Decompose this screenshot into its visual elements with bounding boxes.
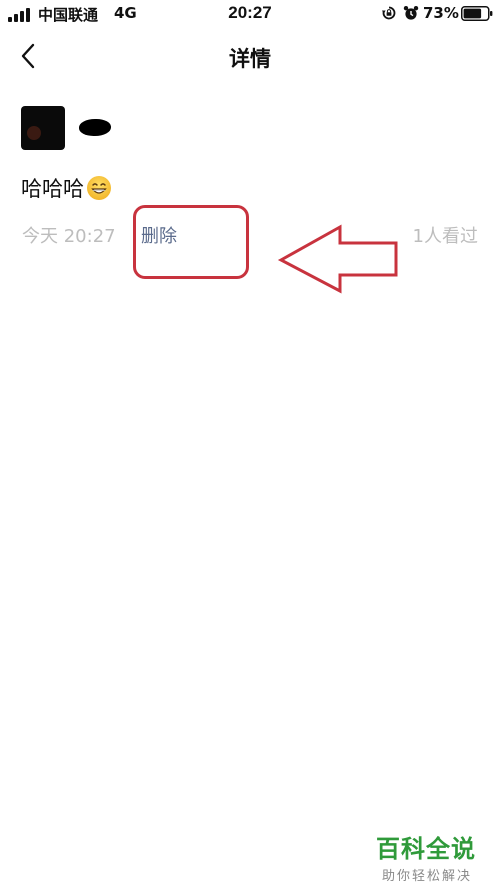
annotation-arrow-icon — [277, 224, 398, 294]
avatar[interactable] — [21, 106, 65, 150]
watermark-logo: 百科全说 助你轻松解决 — [376, 829, 488, 884]
viewed-count[interactable]: 1人看过 — [413, 222, 478, 248]
battery-icon — [461, 6, 493, 21]
username-redacted — [79, 119, 111, 136]
watermark-title: 百科全说 — [376, 835, 476, 863]
post-text-content: 哈哈哈 — [21, 177, 84, 201]
post-timestamp: 今天 20:27 — [22, 226, 116, 247]
rotation-lock-icon — [382, 6, 396, 20]
smiling-face-emoji-icon — [87, 176, 111, 200]
status-bar: 中国联通 4G 20:27 73% — [0, 0, 500, 28]
nav-bar: 详情 — [0, 28, 500, 86]
page-title: 详情 — [229, 47, 271, 71]
alarm-clock-icon — [403, 6, 419, 20]
annotation-highlight-box — [133, 205, 249, 279]
watermark-subtitle: 助你轻松解决 — [382, 869, 473, 884]
post-text: 哈哈哈 — [21, 173, 112, 203]
battery-percentage: 73% — [423, 4, 459, 22]
